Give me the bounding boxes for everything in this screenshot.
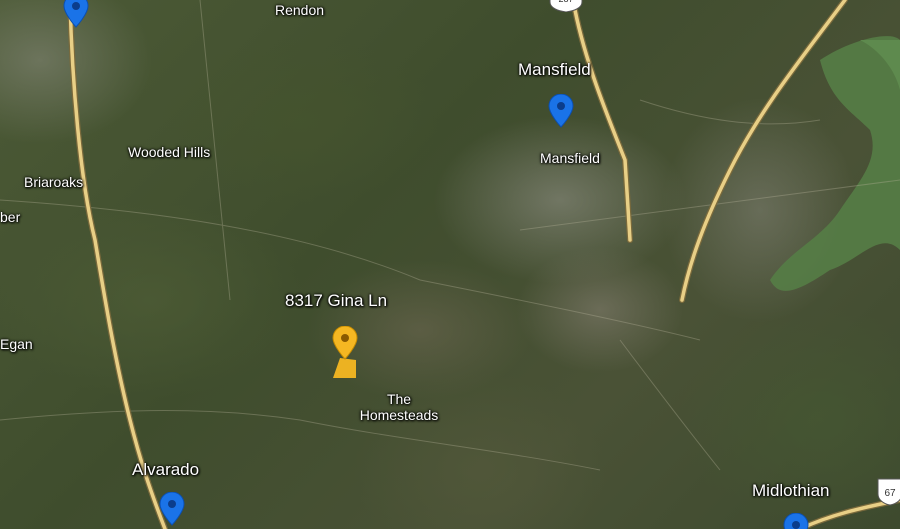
map-pin-icon[interactable] xyxy=(547,94,575,128)
svg-text:287: 287 xyxy=(558,0,573,4)
map-terrain xyxy=(0,0,900,529)
satellite-map[interactable]: 287 67 Rendon Mansfield Mansfield Wooded… xyxy=(0,0,900,529)
place-label-alvarado: Alvarado xyxy=(132,460,200,479)
place-label-rendon: Rendon xyxy=(275,2,325,18)
map-pin-icon[interactable] xyxy=(158,492,186,526)
map-pin-icon[interactable] xyxy=(62,0,90,28)
homesteads-line-1: The xyxy=(386,391,412,407)
svg-text:67: 67 xyxy=(884,488,896,499)
selected-location-pin-icon[interactable] xyxy=(331,326,359,360)
highway-shield-287: 287 xyxy=(549,0,583,12)
place-label-briaroaks: Briaroaks xyxy=(24,174,84,190)
homesteads-line-2: Homesteads xyxy=(359,407,439,424)
place-label-mansfield-city: Mansfield xyxy=(518,60,591,79)
map-pin-icon[interactable] xyxy=(782,513,810,529)
place-label-egan: Egan xyxy=(0,336,33,352)
highways xyxy=(67,0,900,529)
place-label-the-homesteads: The Homesteads xyxy=(354,391,444,423)
place-label-ber: ber xyxy=(0,209,21,225)
highway-shield-67: 67 xyxy=(877,478,900,506)
place-label-midlothian: Midlothian xyxy=(752,481,830,500)
selected-address-label: 8317 Gina Ln xyxy=(285,291,388,310)
place-label-wooded-hills: Wooded Hills xyxy=(128,144,211,160)
local-roads xyxy=(0,0,900,471)
place-label-mansfield-poi: Mansfield xyxy=(540,150,600,166)
selected-parcel xyxy=(333,358,356,378)
